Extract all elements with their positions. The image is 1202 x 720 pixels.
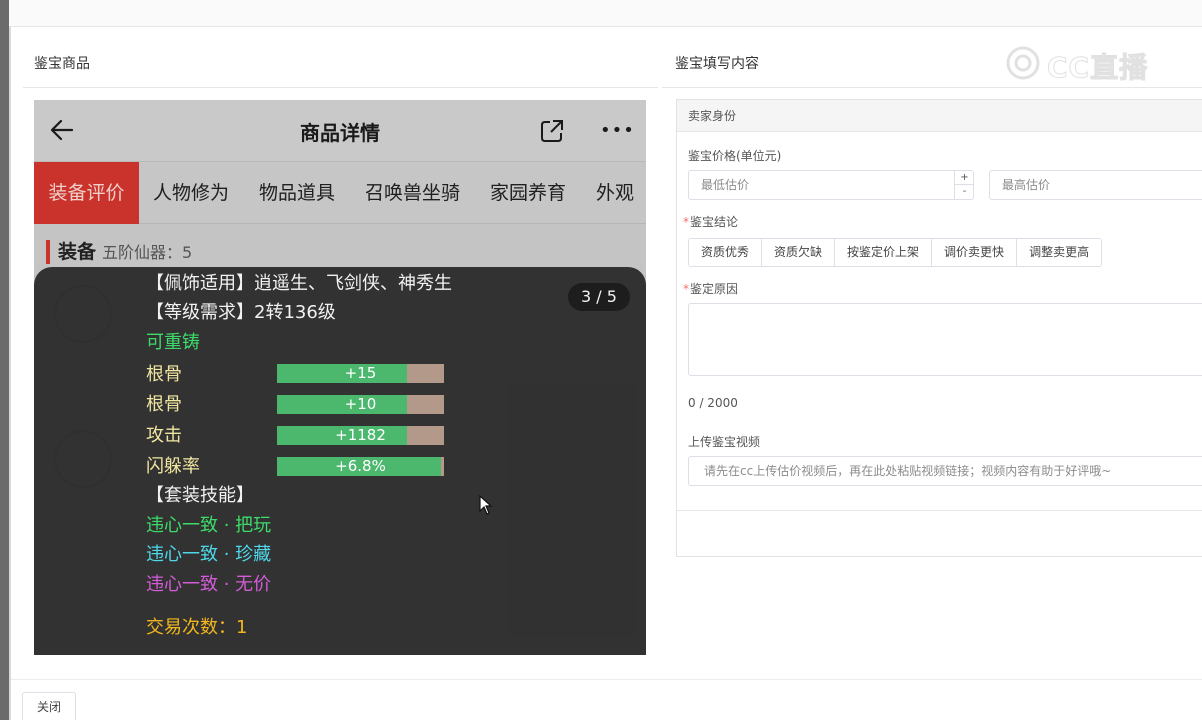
right-panel-title: 鉴宝填写内容 [675,56,759,72]
set-skill: 违心一致 · 珍藏 [146,544,272,565]
product-preview: 商品详情 ••• 装备评价 人物修为 物品道具 召唤兽坐骑 家园养育 外观 装备… [34,100,646,655]
close-button[interactable]: 关闭 [22,692,76,720]
tooltip-applicable: 【佩饰适用】逍遥生、飞剑侠、神秀生 [146,273,452,294]
video-link-input[interactable]: 请先在cc上传估价视频后，再在此处粘贴视频链接；视频内容有助于好评哦~ [688,456,1202,486]
watermark-text: CC直播 [1046,51,1149,85]
share-icon[interactable] [539,118,565,144]
tab-summons[interactable]: 召唤兽坐骑 [365,162,460,224]
cc-logo-icon [1006,46,1040,80]
cc-live-watermark: CC直播 [1003,44,1178,85]
phone-header: 商品详情 ••• [34,100,646,162]
form-section-header: 卖家身份 [677,100,1202,132]
tab-character[interactable]: 人物修为 [153,162,229,224]
dialog-left-border [9,27,11,720]
price-stepper[interactable]: + - [954,171,973,199]
option-list-at-price[interactable]: 按鉴定价上架 [835,239,933,266]
conclusion-label-text: 鉴宝结论 [690,215,739,229]
option-quality-excellent[interactable]: 资质优秀 [689,239,763,266]
reason-char-count: 0 / 2000 [688,396,738,410]
set-skill-title: 【套装技能】 [146,485,254,506]
min-price-placeholder: 最低估价 [701,178,750,192]
reason-textarea[interactable] [688,303,1202,376]
set-skill: 违心一致 · 无价 [146,574,272,595]
stat-bar: +6.8% [277,457,444,476]
top-bar [0,0,1202,27]
option-quality-lacking[interactable]: 资质欠缺 [762,239,836,266]
more-icon[interactable]: ••• [600,120,635,141]
option-adjust-higher[interactable]: 调整卖更高 [1017,239,1102,266]
stat-value: +10 [344,395,377,413]
tooltip-reforge: 可重铸 [146,332,200,353]
tab-items[interactable]: 物品道具 [259,162,335,224]
form-divider [677,510,1202,511]
video-label: 上传鉴宝视频 [688,435,761,449]
stat-value: +6.8% [335,457,386,475]
conclusion-label: *鉴宝结论 [683,213,738,230]
tab-home[interactable]: 家园养育 [490,162,566,224]
reason-label-text: 鉴定原因 [690,282,739,296]
video-link-placeholder: 请先在cc上传估价视频后，再在此处粘贴视频链接；视频内容有助于好评哦~ [704,464,1112,478]
min-price-input[interactable]: 最低估价 + - [688,170,974,200]
left-panel-title: 鉴宝商品 [34,56,90,72]
conclusion-options: 资质优秀 资质欠缺 按鉴定价上架 调价卖更快 调整卖更高 [688,238,1103,267]
stat-label: 攻击 [146,425,182,446]
stat-label: 根骨 [146,364,182,385]
right-panel-divider [662,87,1202,88]
section-equipment: 装备 五阶仙器：5 [46,240,192,264]
max-price-placeholder: 最高估价 [1002,178,1051,192]
set-skill: 违心一致 · 把玩 [146,515,272,536]
stat-bar: +10 [277,395,444,414]
item-tooltip: 3 / 5 【佩饰适用】逍遥生、飞剑侠、神秀生 【等级需求】2转136级 可重铸… [34,267,646,655]
stepper-down-icon[interactable]: - [955,185,973,199]
appraisal-form: 卖家身份 鉴宝价格(单位元) 最低估价 + - 最高估价 *鉴宝结论 资质优秀 … [676,99,1202,557]
tab-equipment-review[interactable]: 装备评价 [34,162,139,224]
footer-divider [11,679,1202,680]
reason-label: *鉴定原因 [683,280,738,297]
image-counter: 3 / 5 [568,283,630,311]
left-panel-divider [23,87,658,88]
tab-appearance[interactable]: 外观 [596,162,634,224]
section-subtitle: 五阶仙器：5 [102,243,193,262]
section-title: 装备 [58,241,97,263]
stepper-up-icon[interactable]: + [955,171,973,185]
option-adjust-faster[interactable]: 调价卖更快 [932,239,1018,266]
stat-bar: +1182 [277,426,444,445]
stat-label: 根骨 [146,394,182,415]
stat-value: +1182 [335,426,386,444]
phone-tabs: 装备评价 人物修为 物品道具 召唤兽坐骑 家园养育 外观 [34,162,646,224]
required-mark: * [683,215,689,229]
stat-label: 闪躲率 [146,456,200,477]
price-label: 鉴宝价格(单位元) [688,149,782,163]
tooltip-level-req: 【等级需求】2转136级 [146,302,336,323]
max-price-input[interactable]: 最高估价 [989,170,1202,200]
required-mark: * [683,282,689,296]
trade-count: 交易次数：1 [146,617,248,638]
stat-value: +15 [344,364,377,382]
background-window-strip [0,0,9,720]
stat-bar: +15 [277,364,444,383]
mouse-cursor-icon [479,495,493,515]
